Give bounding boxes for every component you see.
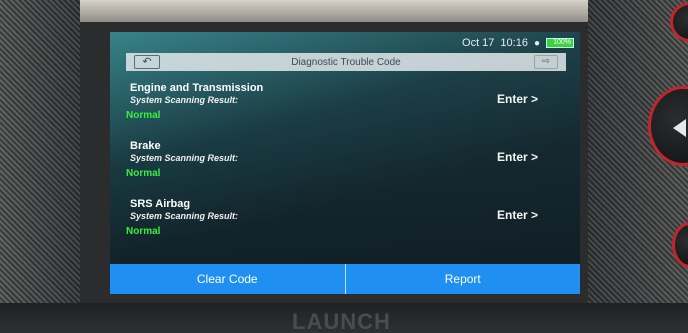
hardware-button-bottom[interactable] (672, 222, 688, 268)
scan-result-label: System Scanning Result: (130, 211, 239, 221)
left-arrow-icon (673, 119, 686, 137)
scan-result-status: Normal (126, 110, 161, 121)
battery-level: 100% (553, 39, 571, 46)
system-row-engine[interactable]: Engine and Transmission System Scanning … (120, 82, 560, 132)
exit-icon: ⇨ (541, 56, 551, 67)
scan-result-label: System Scanning Result: (130, 95, 239, 105)
enter-button[interactable]: Enter > (497, 150, 538, 164)
scan-result-status: Normal (126, 168, 161, 179)
device-bezel-right (588, 0, 688, 333)
clear-code-button[interactable]: Clear Code (110, 264, 346, 294)
report-button[interactable]: Report (345, 264, 580, 294)
status-time: 10:16 (500, 37, 528, 49)
system-row-srs-airbag[interactable]: SRS Airbag System Scanning Result: Norma… (120, 198, 560, 248)
title-bar: ↶ Diagnostic Trouble Code ⇨ (126, 53, 566, 71)
scan-result-status: Normal (126, 226, 161, 237)
scan-result-label: System Scanning Result: (130, 153, 239, 163)
enter-button[interactable]: Enter > (497, 208, 538, 222)
device-screen: Oct 17 10:16 ● 100% ↶ Diagnostic Trouble… (110, 32, 580, 294)
action-bar: Clear Code Report (110, 264, 580, 294)
hardware-button-top[interactable] (670, 2, 688, 42)
status-bar: Oct 17 10:16 ● 100% (462, 36, 574, 50)
page-title: Diagnostic Trouble Code (291, 56, 401, 68)
device-brand-logo: LAUNCH (292, 309, 391, 333)
enter-button[interactable]: Enter > (497, 92, 538, 106)
device-bezel-left (0, 0, 80, 333)
system-name: Engine and Transmission (130, 82, 264, 94)
status-date: Oct 17 (462, 37, 495, 49)
device-bezel-top (0, 0, 688, 22)
wifi-icon: ● (533, 37, 540, 49)
system-name: SRS Airbag (130, 198, 191, 210)
battery-icon: 100% (546, 38, 574, 48)
system-row-brake[interactable]: Brake System Scanning Result: Normal Ent… (120, 140, 560, 190)
back-arrow-icon: ↶ (142, 56, 152, 68)
system-name: Brake (130, 140, 161, 152)
hardware-button-back[interactable] (648, 86, 688, 166)
exit-button[interactable]: ⇨ (534, 55, 558, 69)
back-button[interactable]: ↶ (134, 55, 160, 69)
